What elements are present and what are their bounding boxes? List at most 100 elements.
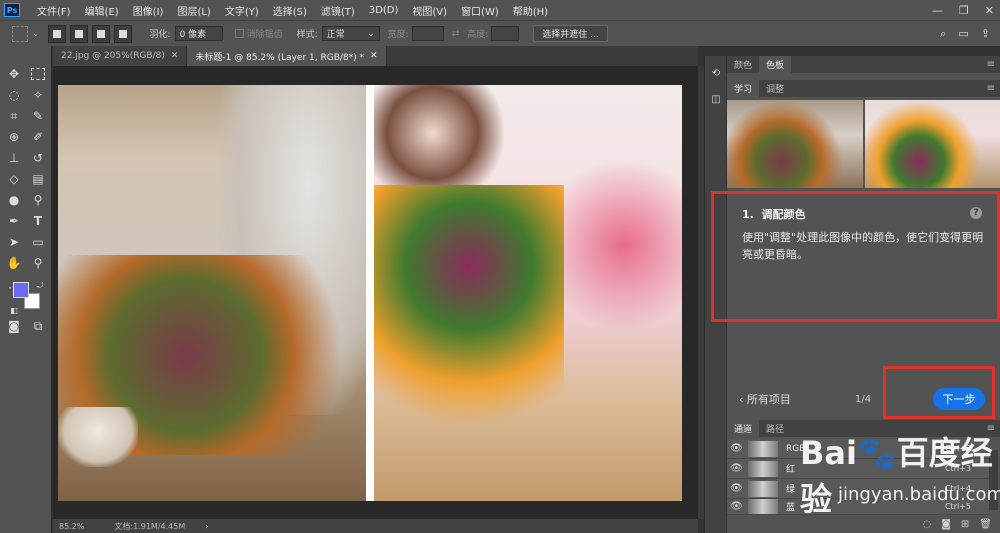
- type-tool-icon[interactable]: T: [28, 211, 48, 231]
- document-tabs: 22.jpg @ 205%(RGB/8) ✕ 未标题-1 @ 85.2% (La…: [53, 46, 698, 66]
- tab-swatches[interactable]: 色板: [759, 56, 792, 73]
- tab-learn[interactable]: 学习: [727, 80, 760, 97]
- hand-tool-icon[interactable]: ✋: [4, 253, 24, 273]
- menu-edit[interactable]: 编辑(E): [78, 3, 126, 18]
- tab-untitled-1[interactable]: 未标题-1 @ 85.2% (Layer 1, RGB/8*) * ✕: [187, 46, 387, 66]
- all-items-link[interactable]: ‹ 所有项目: [739, 391, 791, 407]
- eye-icon[interactable]: 👁: [730, 443, 744, 454]
- tab-label: 22.jpg @ 205%(RGB/8): [61, 51, 165, 61]
- subtract-selection-icon[interactable]: [91, 24, 110, 43]
- tab-adjustments[interactable]: 调整: [759, 80, 791, 97]
- save-selection-channel-icon[interactable]: ◙: [941, 519, 951, 530]
- eye-icon[interactable]: 👁: [730, 501, 744, 512]
- canvas-area[interactable]: [53, 66, 698, 519]
- pen-tool-icon[interactable]: ✒: [4, 211, 24, 231]
- menu-layer[interactable]: 图层(L): [170, 3, 217, 18]
- tab-22jpg[interactable]: 22.jpg @ 205%(RGB/8) ✕: [53, 46, 188, 66]
- screen-mode-icon[interactable]: ⧉: [28, 316, 48, 336]
- swap-colors-icon[interactable]: ⤾: [30, 276, 50, 296]
- history-panel-icon[interactable]: ⟲: [709, 66, 723, 80]
- menu-3d[interactable]: 3D(D): [362, 5, 406, 16]
- eraser-tool-icon[interactable]: ◇: [4, 169, 24, 189]
- share-icon[interactable]: ⇪: [981, 27, 990, 41]
- blur-tool-icon[interactable]: ●: [4, 190, 24, 210]
- bouquet-vivid: [374, 185, 564, 455]
- search-icon[interactable]: ⌕: [940, 27, 946, 41]
- window-controls: — ❐ ✕: [932, 0, 994, 20]
- style-value: 正常: [326, 30, 345, 40]
- close-icon[interactable]: ✕: [171, 51, 179, 61]
- panel-menu-icon[interactable]: ≡: [987, 83, 995, 94]
- healing-brush-tool-icon[interactable]: ⊕: [4, 127, 24, 147]
- tab-paths[interactable]: 路径: [759, 420, 791, 437]
- color-swatches-tabs: 颜色 色板 ≡: [727, 56, 1000, 73]
- menu-filter[interactable]: 滤镜(T): [314, 3, 362, 18]
- close-icon[interactable]: ✕: [985, 4, 994, 17]
- lasso-tool-icon[interactable]: ◌: [4, 85, 24, 105]
- menu-window[interactable]: 窗口(W): [454, 3, 506, 18]
- new-selection-icon[interactable]: [47, 24, 66, 43]
- menu-select[interactable]: 选择(S): [266, 3, 314, 18]
- restore-icon[interactable]: ❐: [959, 4, 969, 17]
- highlight-next-button: [883, 366, 995, 419]
- menu-type[interactable]: 文字(Y): [218, 3, 266, 18]
- antialias-checkbox[interactable]: 消除锯齿: [234, 27, 283, 40]
- status-menu-arrow-icon[interactable]: ›: [205, 522, 208, 531]
- properties-panel-icon[interactable]: ◫: [709, 92, 723, 106]
- height-input[interactable]: [491, 26, 520, 41]
- menu-view[interactable]: 视图(V): [405, 3, 454, 18]
- style-label: 样式:: [296, 30, 318, 40]
- eye-icon[interactable]: 👁: [730, 483, 744, 494]
- style-select[interactable]: 正常 ⌄: [321, 26, 380, 41]
- learn-preview-thumbnails: [727, 100, 1000, 188]
- gradient-tool-icon[interactable]: ▤: [28, 169, 48, 189]
- menu-file[interactable]: 文件(F): [30, 3, 78, 18]
- delete-channel-icon[interactable]: 🗑: [979, 519, 992, 530]
- swap-icon[interactable]: ⇄: [452, 29, 460, 39]
- quick-mask-icon[interactable]: ◙: [4, 316, 24, 336]
- zoom-tool-icon[interactable]: ⚲: [28, 253, 48, 273]
- crop-tool-icon[interactable]: ⌗: [4, 106, 24, 126]
- brush-tool-icon[interactable]: ✐: [28, 127, 48, 147]
- minimize-icon[interactable]: —: [932, 4, 943, 17]
- rectangle-tool-icon[interactable]: ▭: [28, 232, 48, 252]
- marquee-tool-preset-icon[interactable]: [12, 25, 28, 42]
- new-channel-icon[interactable]: ⊞: [961, 519, 969, 530]
- foreground-color-swatch[interactable]: [13, 282, 29, 298]
- tab-channels[interactable]: 通道: [727, 420, 760, 437]
- panel-menu-icon[interactable]: ≡: [987, 59, 995, 70]
- clone-stamp-tool-icon[interactable]: ⊥: [4, 148, 24, 168]
- checkbox-icon: [234, 29, 244, 38]
- history-brush-tool-icon[interactable]: ↺: [28, 148, 48, 168]
- tab-color[interactable]: 颜色: [727, 56, 759, 73]
- baidu-jingyan-watermark: Bai🐾百度经验 jingyan.baidu.com: [800, 428, 1000, 518]
- feather-input[interactable]: 0 像素: [174, 26, 223, 41]
- vase: [58, 407, 138, 467]
- menu-image[interactable]: 图像(I): [126, 3, 171, 18]
- zoom-level[interactable]: 85.2%: [59, 522, 84, 531]
- path-selection-tool-icon[interactable]: ➤: [4, 232, 24, 252]
- eyedropper-tool-icon[interactable]: ✎: [28, 106, 48, 126]
- pink-blur: [554, 145, 682, 345]
- document-image[interactable]: [58, 85, 682, 501]
- feather-label: 羽化:: [149, 30, 171, 40]
- menu-help[interactable]: 帮助(H): [506, 3, 555, 18]
- tools-panel: ✥ ◌ ✧ ⌗ ✎ ⊕ ✐ ⊥ ↺ ◇ ▤ ● ⚲ ✒ T ➤ ▭ ✋ ⚲ ··…: [0, 46, 52, 533]
- rectangular-marquee-tool-icon[interactable]: [31, 68, 45, 80]
- dodge-tool-icon[interactable]: ⚲: [28, 190, 48, 210]
- channel-thumbnail: [748, 460, 778, 477]
- intersect-selection-icon[interactable]: [113, 24, 132, 43]
- workspace-icon[interactable]: ▭: [958, 27, 968, 41]
- magic-wand-tool-icon[interactable]: ✧: [28, 85, 48, 105]
- move-tool-icon[interactable]: ✥: [4, 64, 24, 84]
- antialias-label: 消除锯齿: [246, 30, 283, 40]
- load-channel-selection-icon[interactable]: ◌: [922, 519, 931, 530]
- watermark-url: jingyan.baidu.com: [838, 484, 1000, 505]
- select-and-mask-button[interactable]: 选择并遮住 ...: [533, 25, 608, 42]
- eye-icon[interactable]: 👁: [730, 463, 744, 474]
- close-icon[interactable]: ✕: [370, 51, 378, 61]
- width-input[interactable]: [411, 26, 444, 41]
- page-indicator: 1/4: [855, 393, 872, 405]
- preset-chevron-down-icon[interactable]: ⌄: [32, 29, 40, 39]
- add-to-selection-icon[interactable]: [69, 24, 88, 43]
